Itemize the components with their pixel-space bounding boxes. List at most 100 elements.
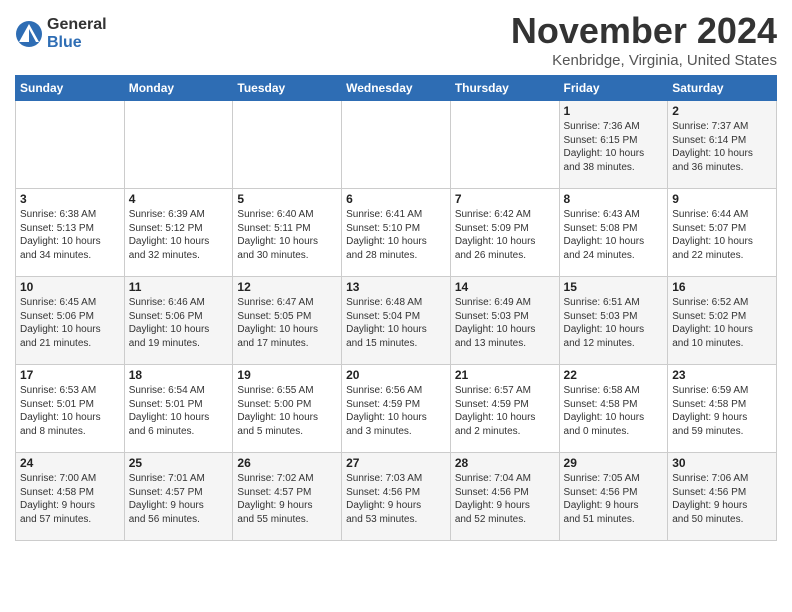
calendar-cell: 7Sunrise: 6:42 AM Sunset: 5:09 PM Daylig… xyxy=(450,189,559,277)
day-info: Sunrise: 7:36 AM Sunset: 6:15 PM Dayligh… xyxy=(564,120,664,174)
calendar-cell xyxy=(450,101,559,189)
day-number: 20 xyxy=(346,368,446,382)
day-number: 5 xyxy=(237,192,337,206)
day-header-sunday: Sunday xyxy=(16,76,125,101)
day-number: 10 xyxy=(20,280,120,294)
day-number: 1 xyxy=(564,104,664,118)
day-info: Sunrise: 7:00 AM Sunset: 4:58 PM Dayligh… xyxy=(20,472,120,526)
day-info: Sunrise: 6:55 AM Sunset: 5:00 PM Dayligh… xyxy=(237,384,337,438)
day-info: Sunrise: 6:42 AM Sunset: 5:09 PM Dayligh… xyxy=(455,208,555,262)
day-number: 19 xyxy=(237,368,337,382)
day-number: 24 xyxy=(20,456,120,470)
day-info: Sunrise: 6:49 AM Sunset: 5:03 PM Dayligh… xyxy=(455,296,555,350)
day-number: 11 xyxy=(129,280,229,294)
logo-blue-text: Blue xyxy=(47,34,107,52)
day-header-wednesday: Wednesday xyxy=(342,76,451,101)
day-header-thursday: Thursday xyxy=(450,76,559,101)
day-number: 8 xyxy=(564,192,664,206)
calendar-cell xyxy=(124,101,233,189)
logo-text: General Blue xyxy=(47,16,107,51)
day-number: 6 xyxy=(346,192,446,206)
day-number: 23 xyxy=(672,368,772,382)
calendar-cell: 24 Sunrise: 7:00 AM Sunset: 4:58 PM Dayli… xyxy=(16,453,125,541)
day-info: Sunrise: 6:45 AM Sunset: 5:06 PM Dayligh… xyxy=(20,296,120,350)
day-info: Sunrise: 7:37 AM Sunset: 6:14 PM Dayligh… xyxy=(672,120,772,174)
calendar-cell: 2 Sunrise: 7:37 AM Sunset: 6:14 PM Daylig… xyxy=(668,101,777,189)
day-number: 12 xyxy=(237,280,337,294)
day-header-friday: Friday xyxy=(559,76,668,101)
calendar-cell: 9 Sunrise: 6:44 AM Sunset: 5:07 PM Daylig… xyxy=(668,189,777,277)
day-info: Sunrise: 6:57 AM Sunset: 4:59 PM Dayligh… xyxy=(455,384,555,438)
calendar-cell: 11 Sunrise: 6:46 AM Sunset: 5:06 PM Dayli… xyxy=(124,277,233,365)
calendar-cell: 17Sunrise: 6:53 AM Sunset: 5:01 PM Dayli… xyxy=(16,365,125,453)
calendar-cell: 15Sunrise: 6:51 AM Sunset: 5:03 PM Dayli… xyxy=(559,277,668,365)
day-header-saturday: Saturday xyxy=(668,76,777,101)
day-info: Sunrise: 6:56 AM Sunset: 4:59 PM Dayligh… xyxy=(346,384,446,438)
day-info: Sunrise: 6:48 AM Sunset: 5:04 PM Dayligh… xyxy=(346,296,446,350)
calendar-cell: 12Sunrise: 6:47 AM Sunset: 5:05 PM Dayli… xyxy=(233,277,342,365)
day-info: Sunrise: 6:59 AM Sunset: 4:58 PM Dayligh… xyxy=(672,384,772,438)
day-number: 25 xyxy=(129,456,229,470)
day-header-monday: Monday xyxy=(124,76,233,101)
calendar-cell: 27 Sunrise: 7:03 AM Sunset: 4:56 PM Dayli… xyxy=(342,453,451,541)
calendar-cell: 16Sunrise: 6:52 AM Sunset: 5:02 PM Dayli… xyxy=(668,277,777,365)
day-number: 26 xyxy=(237,456,337,470)
calendar-cell: 6 Sunrise: 6:41 AM Sunset: 5:10 PM Daylig… xyxy=(342,189,451,277)
day-info: Sunrise: 7:05 AM Sunset: 4:56 PM Dayligh… xyxy=(564,472,664,526)
day-number: 29 xyxy=(564,456,664,470)
day-info: Sunrise: 6:43 AM Sunset: 5:08 PM Dayligh… xyxy=(564,208,664,262)
day-info: Sunrise: 6:40 AM Sunset: 5:11 PM Dayligh… xyxy=(237,208,337,262)
day-info: Sunrise: 6:39 AM Sunset: 5:12 PM Dayligh… xyxy=(129,208,229,262)
calendar-cell: 28 Sunrise: 7:04 AM Sunset: 4:56 PM Dayli… xyxy=(450,453,559,541)
calendar-cell xyxy=(233,101,342,189)
calendar-cell: 20 Sunrise: 6:56 AM Sunset: 4:59 PM Dayli… xyxy=(342,365,451,453)
day-info: Sunrise: 6:41 AM Sunset: 5:10 PM Dayligh… xyxy=(346,208,446,262)
logo-general-text: General xyxy=(47,16,107,34)
day-info: Sunrise: 6:58 AM Sunset: 4:58 PM Dayligh… xyxy=(564,384,664,438)
location: Kenbridge, Virginia, United States xyxy=(511,52,777,69)
calendar-cell: 10 Sunrise: 6:45 AM Sunset: 5:06 PM Dayli… xyxy=(16,277,125,365)
calendar-cell: 1 Sunrise: 7:36 AM Sunset: 6:15 PM Daylig… xyxy=(559,101,668,189)
day-number: 27 xyxy=(346,456,446,470)
logo: General Blue xyxy=(15,16,107,51)
day-number: 3 xyxy=(20,192,120,206)
day-info: Sunrise: 6:51 AM Sunset: 5:03 PM Dayligh… xyxy=(564,296,664,350)
month-title: November 2024 xyxy=(511,10,777,52)
calendar-cell: 22 Sunrise: 6:58 AM Sunset: 4:58 PM Dayli… xyxy=(559,365,668,453)
calendar-cell: 23 Sunrise: 6:59 AM Sunset: 4:58 PM Dayli… xyxy=(668,365,777,453)
calendar-cell: 5 Sunrise: 6:40 AM Sunset: 5:11 PM Daylig… xyxy=(233,189,342,277)
day-number: 14 xyxy=(455,280,555,294)
calendar-cell: 4 Sunrise: 6:39 AM Sunset: 5:12 PM Daylig… xyxy=(124,189,233,277)
day-info: Sunrise: 6:38 AM Sunset: 5:13 PM Dayligh… xyxy=(20,208,120,262)
day-header-tuesday: Tuesday xyxy=(233,76,342,101)
calendar-cell: 26Sunrise: 7:02 AM Sunset: 4:57 PM Dayli… xyxy=(233,453,342,541)
day-info: Sunrise: 7:06 AM Sunset: 4:56 PM Dayligh… xyxy=(672,472,772,526)
calendar-cell: 30 Sunrise: 7:06 AM Sunset: 4:56 PM Dayli… xyxy=(668,453,777,541)
day-number: 30 xyxy=(672,456,772,470)
calendar-cell: 3 Sunrise: 6:38 AM Sunset: 5:13 PM Daylig… xyxy=(16,189,125,277)
calendar-table: SundayMondayTuesdayWednesdayThursdayFrid… xyxy=(15,75,777,541)
calendar-week-1: 1 Sunrise: 7:36 AM Sunset: 6:15 PM Daylig… xyxy=(16,101,777,189)
calendar-cell xyxy=(16,101,125,189)
day-number: 9 xyxy=(672,192,772,206)
day-number: 22 xyxy=(564,368,664,382)
day-info: Sunrise: 6:44 AM Sunset: 5:07 PM Dayligh… xyxy=(672,208,772,262)
day-number: 4 xyxy=(129,192,229,206)
title-area: November 2024 Kenbridge, Virginia, Unite… xyxy=(511,10,777,69)
day-info: Sunrise: 6:46 AM Sunset: 5:06 PM Dayligh… xyxy=(129,296,229,350)
day-number: 16 xyxy=(672,280,772,294)
day-info: Sunrise: 7:01 AM Sunset: 4:57 PM Dayligh… xyxy=(129,472,229,526)
calendar-cell: 19 Sunrise: 6:55 AM Sunset: 5:00 PM Dayli… xyxy=(233,365,342,453)
calendar-cell: 8 Sunrise: 6:43 AM Sunset: 5:08 PM Daylig… xyxy=(559,189,668,277)
calendar-cell: 14 Sunrise: 6:49 AM Sunset: 5:03 PM Dayli… xyxy=(450,277,559,365)
calendar-header: SundayMondayTuesdayWednesdayThursdayFrid… xyxy=(16,76,777,101)
day-info: Sunrise: 7:04 AM Sunset: 4:56 PM Dayligh… xyxy=(455,472,555,526)
day-number: 28 xyxy=(455,456,555,470)
day-number: 13 xyxy=(346,280,446,294)
day-number: 17 xyxy=(20,368,120,382)
calendar-week-3: 10 Sunrise: 6:45 AM Sunset: 5:06 PM Dayli… xyxy=(16,277,777,365)
day-info: Sunrise: 7:03 AM Sunset: 4:56 PM Dayligh… xyxy=(346,472,446,526)
calendar-cell xyxy=(342,101,451,189)
calendar-cell: 21Sunrise: 6:57 AM Sunset: 4:59 PM Dayli… xyxy=(450,365,559,453)
day-number: 2 xyxy=(672,104,772,118)
